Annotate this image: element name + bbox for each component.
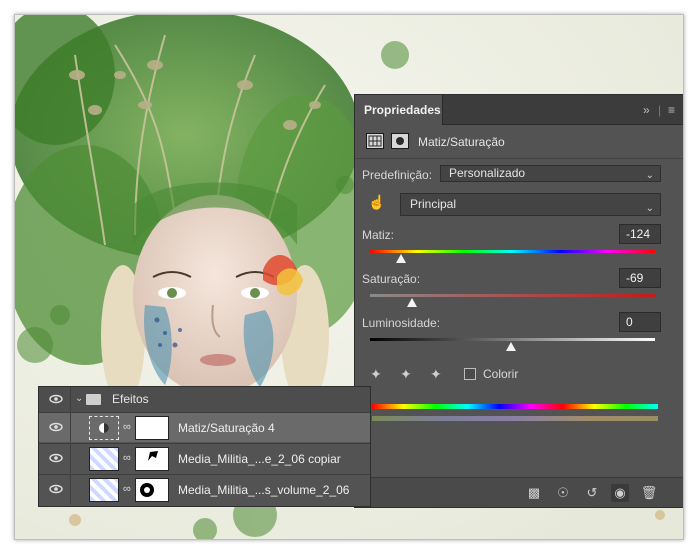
- saturation-label: Saturação:: [362, 272, 421, 286]
- adjustment-layer-thumbnail: [89, 416, 119, 440]
- properties-header: Matiz/Saturação: [355, 125, 683, 159]
- preset-label: Predefinição:: [362, 168, 433, 182]
- visibility-eye-icon[interactable]: ◉: [611, 484, 629, 502]
- eye-icon[interactable]: [49, 422, 63, 432]
- view-previous-state-icon[interactable]: ☉: [554, 484, 572, 502]
- channel-dropdown[interactable]: Principal ⌄: [400, 193, 661, 216]
- preset-value: Personalizado: [449, 166, 526, 180]
- link-chain-icon[interactable]: ∞: [123, 483, 131, 495]
- layer-name: Media_Militia_...s_volume_2_06: [178, 483, 350, 497]
- layer-row-selected[interactable]: ∞ Matiz/Saturação 4: [39, 412, 370, 442]
- properties-tabbar: Propriedades » | ≡: [355, 95, 683, 125]
- link-chain-icon[interactable]: ∞: [123, 452, 131, 464]
- eyedropper-minus-icon[interactable]: ✦: [430, 366, 446, 382]
- layer-row[interactable]: ∞ Media_Militia_...e_2_06 copiar: [39, 443, 370, 473]
- lightness-slider-track[interactable]: [370, 338, 655, 341]
- group-name: Efeitos: [112, 392, 149, 406]
- canvas-frame: Propriedades » | ≡ Matiz/Saturação Prede…: [14, 14, 684, 540]
- colorize-label: Colorir: [483, 367, 519, 381]
- hue-slider-track[interactable]: [370, 250, 655, 253]
- hue-input[interactable]: -124: [619, 224, 661, 244]
- tab-properties[interactable]: Propriedades: [355, 95, 443, 125]
- trash-icon[interactable]: 🗑: [640, 484, 658, 502]
- eye-icon[interactable]: [49, 394, 63, 404]
- lightness-input[interactable]: 0: [619, 312, 661, 332]
- folder-icon: [86, 394, 101, 405]
- output-color-bar: [372, 416, 658, 421]
- lightness-slider-thumb[interactable]: [506, 342, 516, 351]
- layer-thumbnail: [89, 447, 119, 471]
- chevron-down-icon: ⌄: [645, 203, 654, 214]
- eye-icon[interactable]: [49, 484, 63, 494]
- layer-mask-icon[interactable]: [391, 133, 409, 149]
- panel-menu-icon[interactable]: ≡: [668, 103, 675, 117]
- mask-thumbnail[interactable]: [135, 416, 169, 440]
- properties-panel: Propriedades » | ≡ Matiz/Saturação Prede…: [354, 94, 683, 508]
- saturation-slider-track[interactable]: [370, 294, 655, 297]
- saturation-input[interactable]: -69: [619, 268, 661, 288]
- link-chain-icon[interactable]: ∞: [123, 421, 131, 433]
- channel-value: Principal: [410, 197, 457, 211]
- hue-label: Matiz:: [362, 228, 395, 242]
- mask-thumbnail[interactable]: [135, 447, 169, 471]
- colorize-checkbox[interactable]: [464, 368, 476, 380]
- chevron-down-icon[interactable]: ⌄: [75, 393, 83, 404]
- hue-slider-thumb[interactable]: [396, 254, 406, 263]
- input-color-bar: [372, 404, 658, 409]
- lightness-label: Luminosidade:: [362, 316, 441, 330]
- layer-name: Matiz/Saturação 4: [178, 421, 275, 435]
- layer-thumbnail: [89, 478, 119, 502]
- targeted-adjustment-hand-icon[interactable]: ☝: [368, 194, 385, 211]
- saturation-slider-thumb[interactable]: [407, 298, 417, 307]
- preset-dropdown[interactable]: Personalizado ⌄: [440, 165, 661, 182]
- adjustment-grid-icon[interactable]: [366, 133, 384, 149]
- mask-thumbnail[interactable]: [135, 478, 169, 502]
- chevron-down-icon: ⌄: [645, 170, 654, 181]
- eyedropper-plus-icon[interactable]: ✦: [400, 366, 416, 382]
- clip-to-layer-icon[interactable]: ▩: [525, 484, 543, 502]
- layers-panel: ⌄ Efeitos ∞ Matiz/Saturação 4 ∞ Media_Mi…: [38, 386, 371, 507]
- reset-icon[interactable]: ↺: [583, 484, 601, 502]
- layer-name: Media_Militia_...e_2_06 copiar: [178, 452, 341, 466]
- adjustment-title: Matiz/Saturação: [418, 135, 505, 149]
- properties-footer: ▩ ☉ ↺ ◉ 🗑: [355, 477, 683, 507]
- double-chevron-right-icon[interactable]: »: [643, 103, 650, 117]
- divider: |: [658, 103, 662, 117]
- layer-row[interactable]: ∞ Media_Militia_...s_volume_2_06: [39, 474, 370, 504]
- eyedropper-icon[interactable]: ✦: [370, 366, 386, 382]
- eye-icon[interactable]: [49, 453, 63, 463]
- layer-group-row[interactable]: ⌄ Efeitos: [39, 387, 370, 412]
